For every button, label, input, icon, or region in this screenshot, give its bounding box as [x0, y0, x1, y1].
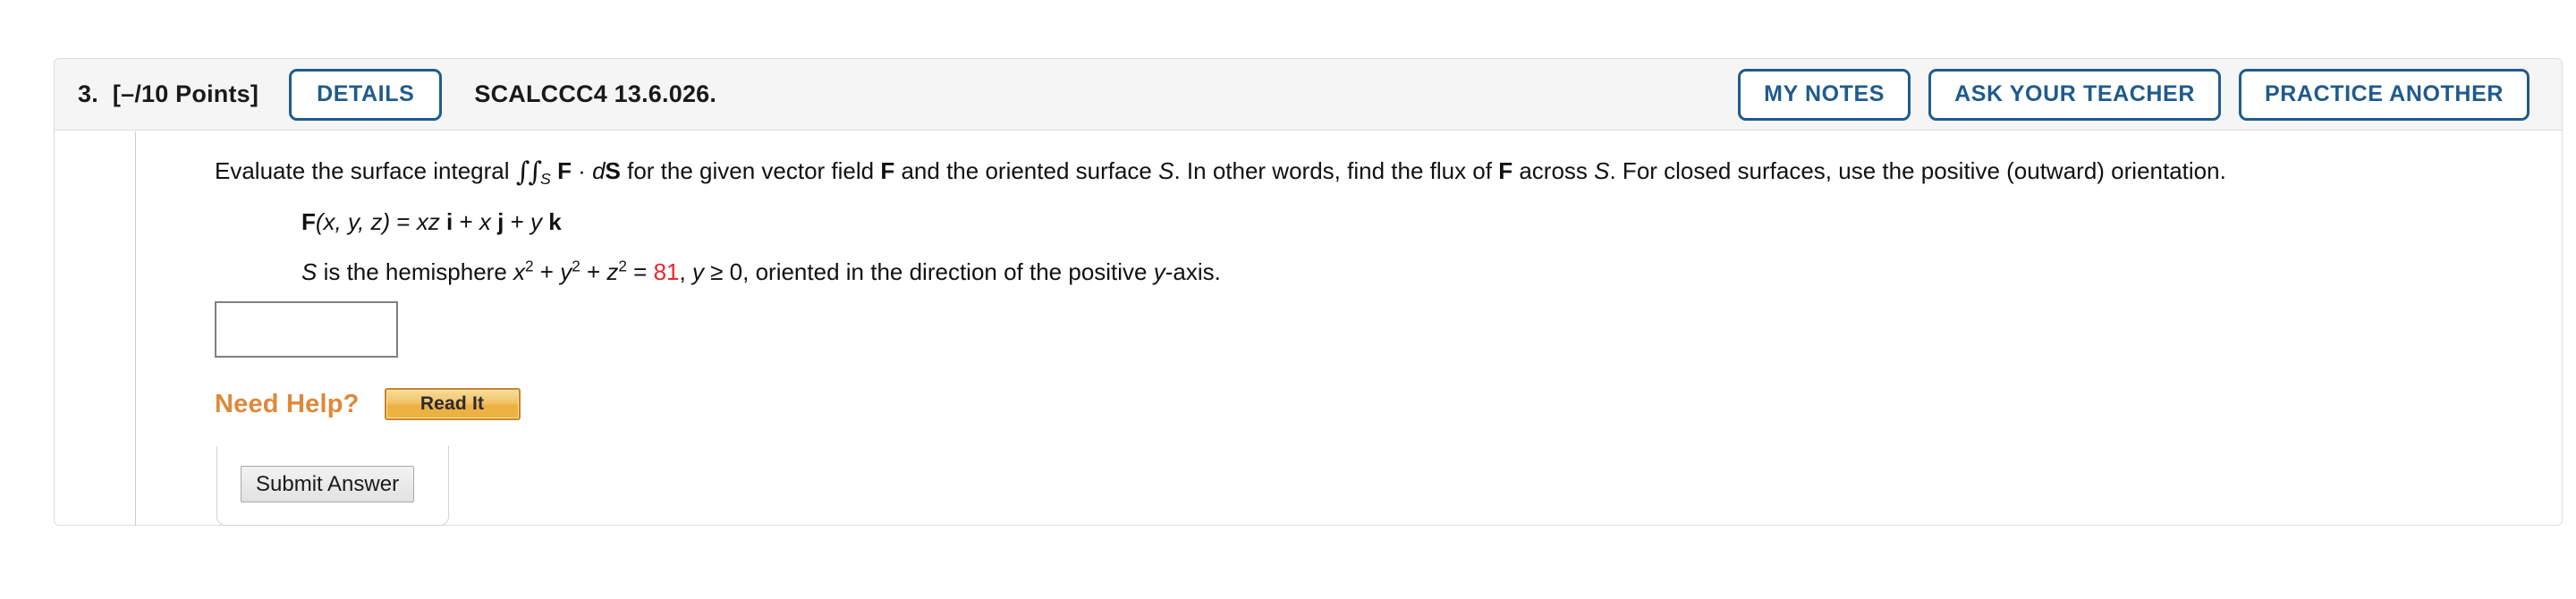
field-equals: = — [390, 208, 417, 235]
surface-exp-y: 2 — [572, 257, 580, 275]
question-card: 3. [–/10 Points] DETAILS SCALCCC4 13.6.0… — [54, 58, 2563, 526]
surface-var-y: y — [560, 258, 572, 285]
prompt-text-1: Evaluate the surface integral — [215, 157, 516, 184]
field-F: F — [301, 208, 316, 235]
surface-exp-z: 2 — [618, 257, 627, 275]
prompt-vector-F-1: F — [557, 157, 572, 184]
textbook-code: SCALCCC4 13.6.026. — [474, 80, 717, 107]
question-body-inner: Evaluate the surface integral ∫∫S F · dF… — [135, 131, 2562, 526]
question-header-left: 3. [–/10 Points] DETAILS SCALCCC4 13.6.0… — [78, 68, 717, 121]
surface-radius-squared-value: 81 — [653, 258, 680, 285]
details-button[interactable]: DETAILS — [289, 68, 443, 121]
field-plus-1: + — [453, 208, 479, 235]
field-plus-2: + — [504, 208, 531, 235]
prompt-text-4: . In other words, find the flux of — [1174, 157, 1499, 184]
question-number: 3. — [78, 80, 98, 107]
surface-var-x: x — [513, 258, 526, 285]
submit-answer-button[interactable]: Submit Answer — [241, 466, 415, 503]
surface-axis-var: y — [1153, 258, 1165, 285]
surface-condition-var: y — [691, 258, 704, 285]
surface-axis-text: -axis. — [1165, 258, 1221, 285]
prompt-text-3: and the oriented surface — [894, 157, 1159, 184]
surface-text-1: is the hemisphere — [317, 258, 514, 285]
integral-subscript: S — [540, 170, 551, 189]
prompt-surface-S-bold: S — [605, 157, 621, 184]
surface-exp-x: 2 — [525, 257, 534, 275]
prompt-surface-S-1: S — [1158, 157, 1174, 184]
ask-your-teacher-button[interactable]: ASK YOUR TEACHER — [1928, 68, 2221, 121]
prompt-vector-F-3: F — [1498, 157, 1513, 184]
my-notes-button[interactable]: MY NOTES — [1738, 68, 1911, 121]
prompt-text-2: for the given vector field — [620, 157, 881, 184]
need-help-row: Need Help? Read It — [215, 388, 521, 420]
surface-plus-1: + — [533, 258, 561, 285]
field-term-x: x — [479, 208, 491, 235]
question-header: 3. [–/10 Points] DETAILS SCALCCC4 13.6.0… — [55, 59, 2562, 131]
double-integral-symbol: ∫∫ — [515, 156, 542, 188]
question-body: Evaluate the surface integral ∫∫S F · dF… — [55, 131, 2562, 526]
problem-prompt: Evaluate the surface integral ∫∫S F · dF… — [215, 156, 2226, 189]
question-points: [–/10 Points] — [112, 80, 259, 107]
submit-container: Submit Answer — [216, 446, 449, 526]
practice-another-button[interactable]: PRACTICE ANOTHER — [2238, 68, 2529, 121]
surface-description: S is the hemisphere x2 + y2 + z2 = 81, y… — [301, 258, 1221, 286]
read-it-button[interactable]: Read It — [384, 388, 521, 420]
field-term-y: y — [530, 208, 543, 235]
surface-condition-text: ≥ 0, oriented in the direction of the po… — [703, 258, 1154, 285]
prompt-text-6: . For closed surfaces, use the positive … — [1609, 157, 2226, 184]
question-header-right: MY NOTES ASK YOUR TEACHER PRACTICE ANOTH… — [1738, 68, 2529, 121]
vector-field-definition: F(x, y, z) = xz i + x j + y k — [301, 208, 562, 236]
surface-equals: = — [626, 258, 654, 285]
surface-var-z: z — [606, 258, 619, 285]
prompt-vector-F-2: F — [880, 157, 895, 184]
prompt-differential-d: d — [592, 157, 606, 184]
surface-plus-2: + — [580, 258, 607, 285]
answer-input[interactable] — [215, 301, 398, 358]
prompt-text-5: across — [1513, 157, 1595, 184]
field-arguments: (x, y, z) — [315, 208, 391, 235]
field-term-xz: xz — [416, 208, 440, 235]
prompt-surface-S-2: S — [1594, 157, 1610, 184]
need-help-label: Need Help? — [215, 389, 360, 418]
field-unit-vector-k: k — [548, 208, 562, 235]
surface-S: S — [301, 258, 318, 285]
surface-text-2: , — [679, 258, 692, 285]
